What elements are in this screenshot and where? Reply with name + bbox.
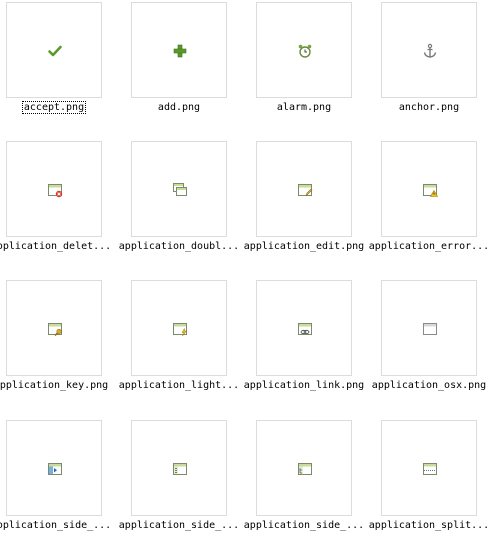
application-error-icon [423, 184, 438, 197]
application-side-tree-icon [298, 463, 312, 475]
file-name-label[interactable]: application_edit.png [242, 240, 366, 254]
file-item[interactable]: application_link.png [244, 278, 374, 417]
file-item[interactable]: anchor.png [375, 0, 493, 139]
application-side-list-icon [173, 463, 187, 475]
alarm-icon [298, 44, 312, 58]
file-thumbnail[interactable] [256, 141, 352, 237]
file-name-label[interactable]: pplication_delet... [0, 240, 116, 254]
file-item[interactable]: pplication_delet... [0, 139, 124, 278]
file-name-text: application_edit.png [243, 241, 365, 252]
file-thumbnail[interactable] [131, 420, 227, 516]
file-name-text: anchor.png [398, 102, 460, 113]
file-name-text: pplication_key.png [0, 380, 109, 391]
add-icon [173, 44, 187, 58]
file-name-label[interactable]: anchor.png [367, 101, 491, 115]
file-thumbnail[interactable] [256, 420, 352, 516]
file-thumbnail[interactable] [381, 420, 477, 516]
accept-icon [48, 45, 62, 57]
file-name-text: pplication_delet... [0, 241, 112, 252]
application-side-expand-icon [48, 463, 62, 475]
file-name-label[interactable]: application_split... [367, 519, 491, 533]
file-item[interactable]: application_osx.png [372, 278, 493, 417]
file-thumbnail[interactable] [6, 141, 102, 237]
file-item[interactable]: application_side_... [244, 418, 374, 557]
file-thumbnail[interactable] [131, 141, 227, 237]
file-thumbnail[interactable] [131, 280, 227, 376]
file-name-text: application_osx.png [371, 380, 487, 391]
application-link-icon [298, 323, 312, 335]
file-thumbnail[interactable] [381, 280, 477, 376]
file-name-text: accept.png [21, 101, 87, 114]
file-item[interactable]: alarm.png [250, 0, 374, 139]
file-item[interactable]: application_edit.png [244, 139, 374, 278]
application-edit-icon [298, 184, 313, 197]
file-name-text: application_error... [368, 241, 490, 252]
file-name-label[interactable]: pplication_side_... [0, 519, 116, 533]
file-thumbnail[interactable] [6, 2, 102, 98]
application-double-icon [173, 183, 187, 196]
file-thumbnail[interactable] [131, 2, 227, 98]
file-name-label[interactable]: accept.png [0, 101, 116, 115]
file-name-text: application_split... [368, 520, 490, 531]
file-name-label[interactable]: pplication_key.png [0, 379, 116, 393]
application-key-icon [48, 323, 62, 336]
file-item[interactable]: accept.png [0, 0, 124, 139]
file-name-label[interactable]: application_light... [117, 379, 241, 393]
file-name-text: add.png [157, 102, 201, 113]
file-item[interactable]: pplication_side_... [0, 418, 124, 557]
file-name-label[interactable]: application_link.png [242, 379, 366, 393]
file-name-label[interactable]: add.png [117, 101, 241, 115]
file-thumbnail[interactable] [381, 141, 477, 237]
file-name-text: application_link.png [243, 380, 365, 391]
file-item[interactable]: application_split... [369, 418, 493, 557]
file-icon-grid: accept.png add.png alarm.png anchor.png ppli… [0, 0, 493, 544]
application-delete-icon [48, 184, 63, 198]
file-name-label[interactable]: application_error... [367, 240, 491, 254]
file-thumbnail[interactable] [6, 280, 102, 376]
application-lightning-icon [173, 323, 188, 337]
file-name-label[interactable]: application_osx.png [367, 379, 491, 393]
file-name-text: application_light... [118, 380, 240, 391]
file-name-text: application_doubl... [118, 241, 240, 252]
file-item[interactable]: application_error... [369, 139, 493, 278]
application-split-icon [423, 463, 437, 475]
file-thumbnail[interactable] [256, 2, 352, 98]
anchor-icon [423, 43, 437, 58]
file-item[interactable]: application_doubl... [119, 139, 249, 278]
file-name-label[interactable]: application_side_... [242, 519, 366, 533]
file-thumbnail[interactable] [6, 420, 102, 516]
file-item[interactable]: add.png [125, 0, 249, 139]
file-thumbnail[interactable] [256, 280, 352, 376]
file-item[interactable]: pplication_key.png [0, 278, 124, 417]
file-name-text: alarm.png [276, 102, 332, 113]
file-name-text: pplication_side_... [0, 520, 112, 531]
file-item[interactable]: application_light... [119, 278, 249, 417]
file-name-text: application_side_... [243, 520, 365, 531]
file-name-label[interactable]: application_side_... [117, 519, 241, 533]
file-name-label[interactable]: application_doubl... [117, 240, 241, 254]
file-thumbnail[interactable] [381, 2, 477, 98]
file-name-text: application_side_... [118, 520, 240, 531]
file-name-label[interactable]: alarm.png [242, 101, 366, 115]
application-osx-icon [423, 323, 437, 335]
file-item[interactable]: application_side_... [119, 418, 249, 557]
